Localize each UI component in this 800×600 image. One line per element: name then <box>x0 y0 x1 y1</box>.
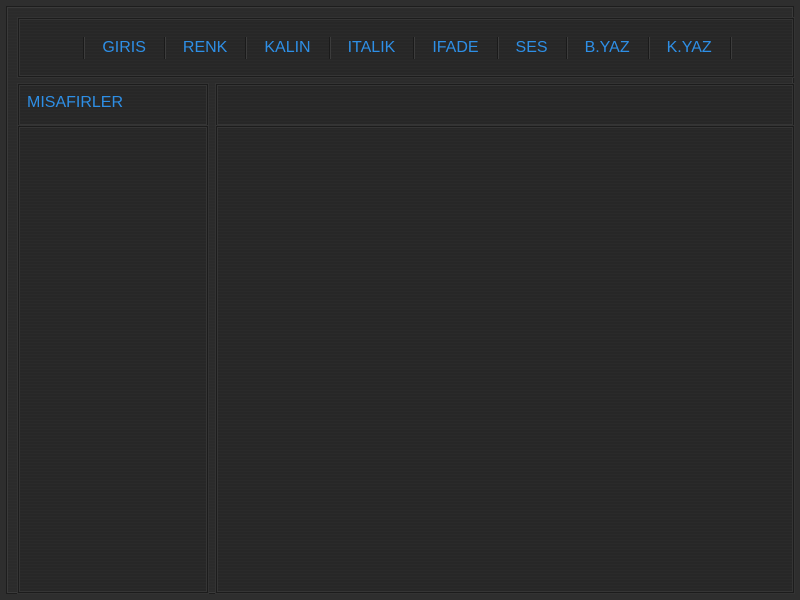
guests-header: MISAFIRLER <box>18 84 208 126</box>
menu-item-byaz[interactable]: B.YAZ <box>567 37 648 59</box>
menu-item-ifade[interactable]: IFADE <box>414 37 496 59</box>
chat-window: GIRIS RENK KALIN ITALIK IFADE SES B.YAZ … <box>0 0 800 600</box>
menu-item-renk[interactable]: RENK <box>165 37 245 59</box>
chat-header <box>216 84 794 126</box>
menu-item-giris[interactable]: GIRIS <box>84 37 164 59</box>
menu-bar: GIRIS RENK KALIN ITALIK IFADE SES B.YAZ … <box>18 18 794 77</box>
menu-list: GIRIS RENK KALIN ITALIK IFADE SES B.YAZ … <box>19 19 793 76</box>
guest-list[interactable] <box>18 126 208 593</box>
guests-title: MISAFIRLER <box>27 94 124 111</box>
menu-item-kalin[interactable]: KALIN <box>246 37 328 59</box>
menu-item-kyaz[interactable]: K.YAZ <box>649 37 730 59</box>
menu-separator <box>729 36 731 59</box>
menu-item-ses[interactable]: SES <box>498 37 566 59</box>
chat-message-area[interactable] <box>216 126 794 593</box>
menu-item-italik[interactable]: ITALIK <box>330 37 414 59</box>
